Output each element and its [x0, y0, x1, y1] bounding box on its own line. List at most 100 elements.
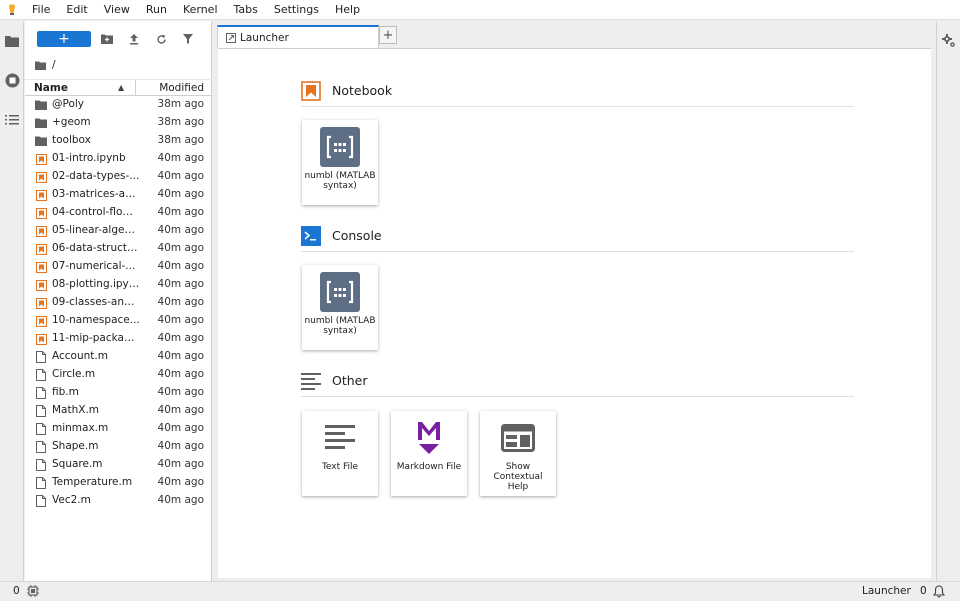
notebook-icon [35, 315, 47, 327]
kernel-logo-icon [320, 272, 360, 312]
file-modified: 40m ago [157, 278, 204, 290]
file-icon [35, 387, 47, 399]
file-row[interactable]: fib.m 40m ago [25, 384, 212, 402]
folder-icon [35, 117, 47, 129]
menu-run[interactable]: Run [138, 0, 175, 20]
file-list: @Poly 38m ago +geom 38m ago toolbox 38m ago 01… [25, 96, 212, 510]
file-browser-toolbar: + [25, 29, 212, 49]
column-divider [135, 80, 136, 96]
file-modified: 40m ago [157, 440, 204, 452]
menu-file[interactable]: File [24, 0, 58, 20]
markdown-file-card[interactable]: Markdown File [391, 411, 467, 496]
menu-view[interactable]: View [96, 0, 138, 20]
file-name: Square.m [52, 458, 103, 470]
folder-icon[interactable] [3, 32, 21, 50]
property-inspector-icon[interactable] [940, 32, 958, 50]
file-row[interactable]: 04-control-flow-... 40m ago [25, 204, 212, 222]
running-sessions-icon[interactable] [3, 71, 21, 89]
file-row[interactable]: Square.m 40m ago [25, 456, 212, 474]
file-row[interactable]: 01-intro.ipynb 40m ago [25, 150, 212, 168]
table-of-contents-icon[interactable] [3, 111, 21, 129]
file-row[interactable]: Vec2.m 40m ago [25, 492, 212, 510]
tab-launcher[interactable]: Launcher [217, 25, 379, 48]
breadcrumb-folder-icon[interactable] [35, 61, 46, 70]
file-icon [35, 495, 47, 507]
launcher: Notebook numbl (MATLAB syntax) Console n… [218, 48, 931, 578]
file-row[interactable]: 10-namespace... 40m ago [25, 312, 212, 330]
file-modified: 40m ago [157, 332, 204, 344]
file-name: Circle.m [52, 368, 96, 380]
file-row[interactable]: 07-numerical-... 40m ago [25, 258, 212, 276]
file-modified: 40m ago [157, 224, 204, 236]
file-row[interactable]: 03-matrices-an... 40m ago [25, 186, 212, 204]
notebook-kernel-card[interactable]: numbl (MATLAB syntax) [302, 120, 378, 205]
column-name-header[interactable]: Name [34, 82, 68, 94]
file-row[interactable]: 06-data-structu... 40m ago [25, 240, 212, 258]
file-row[interactable]: 09-classes-and-... 40m ago [25, 294, 212, 312]
file-icon [35, 405, 47, 417]
markdown-icon [409, 418, 449, 458]
file-modified: 40m ago [157, 260, 204, 272]
refresh-icon[interactable] [153, 31, 169, 47]
notebook-section-icon [301, 81, 321, 101]
launcher-tab-icon [226, 32, 236, 43]
menu-kernel[interactable]: Kernel [175, 0, 226, 20]
contextual-help-card[interactable]: Show Contextual Help [480, 411, 556, 496]
file-name: minmax.m [52, 422, 109, 434]
menu-settings[interactable]: Settings [266, 0, 327, 20]
file-modified: 40m ago [157, 368, 204, 380]
running-kernels-count[interactable]: 0 [13, 585, 20, 597]
kernel-status-icon[interactable] [27, 585, 39, 597]
file-name: fib.m [52, 386, 79, 398]
file-row[interactable]: Circle.m 40m ago [25, 366, 212, 384]
column-modified-header[interactable]: Modified [159, 82, 204, 94]
text-file-card[interactable]: Text File [302, 411, 378, 496]
notebook-icon [35, 261, 47, 273]
menu-help[interactable]: Help [327, 0, 368, 20]
menu-bar: File Edit View Run Kernel Tabs Settings … [0, 0, 960, 20]
upload-icon[interactable] [126, 31, 142, 47]
add-tab-button[interactable]: + [379, 26, 397, 44]
file-name: toolbox [52, 134, 91, 146]
breadcrumb: / [35, 58, 56, 72]
file-row[interactable]: Account.m 40m ago [25, 348, 212, 366]
file-modified: 40m ago [157, 494, 204, 506]
file-name: 04-control-flow-... [52, 206, 140, 218]
file-row[interactable]: Temperature.m 40m ago [25, 474, 212, 492]
file-row[interactable]: Shape.m 40m ago [25, 438, 212, 456]
file-row[interactable]: MathX.m 40m ago [25, 402, 212, 420]
file-name: 01-intro.ipynb [52, 152, 126, 164]
menu-edit[interactable]: Edit [58, 0, 95, 20]
menu-tabs[interactable]: Tabs [226, 0, 266, 20]
file-row[interactable]: minmax.m 40m ago [25, 420, 212, 438]
file-modified: 40m ago [157, 296, 204, 308]
breadcrumb-root[interactable]: / [52, 59, 56, 71]
section-title: Console [332, 228, 382, 243]
console-kernel-card[interactable]: numbl (MATLAB syntax) [302, 265, 378, 350]
file-row[interactable]: 02-data-types-... 40m ago [25, 168, 212, 186]
section-title: Notebook [332, 83, 393, 98]
notebook-icon [35, 225, 47, 237]
file-row[interactable]: +geom 38m ago [25, 114, 212, 132]
file-row[interactable]: toolbox 38m ago [25, 132, 212, 150]
file-icon [35, 477, 47, 489]
file-modified: 38m ago [157, 116, 204, 128]
notebook-icon [35, 279, 47, 291]
notebook-icon [35, 189, 47, 201]
section-console: Console [301, 226, 854, 252]
bell-icon[interactable] [932, 585, 946, 598]
file-row[interactable]: @Poly 38m ago [25, 96, 212, 114]
new-launcher-button[interactable]: + [37, 31, 91, 47]
file-row[interactable]: 11-mip-packag... 40m ago [25, 330, 212, 348]
card-label: numbl (MATLAB syntax) [304, 171, 376, 191]
status-bar: 0 Launcher 0 [0, 581, 960, 600]
new-folder-icon[interactable] [99, 31, 115, 47]
jupyter-logo-icon [0, 0, 24, 20]
file-row[interactable]: 05-linear-algeb... 40m ago [25, 222, 212, 240]
folder-icon [35, 135, 47, 147]
section-title: Other [332, 373, 368, 388]
file-row[interactable]: 08-plotting.ipynb 40m ago [25, 276, 212, 294]
filter-icon[interactable] [180, 31, 196, 47]
sort-ascending-icon: ▲ [118, 83, 125, 92]
notebook-icon [35, 333, 47, 345]
